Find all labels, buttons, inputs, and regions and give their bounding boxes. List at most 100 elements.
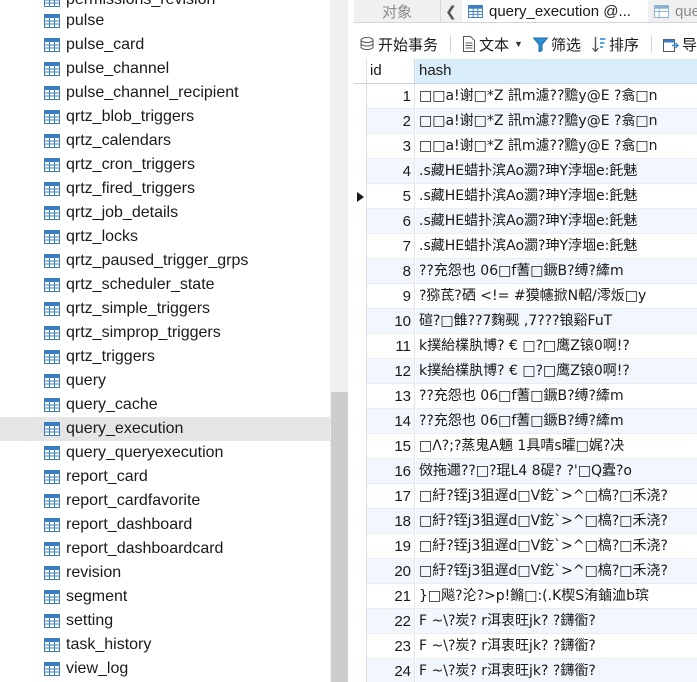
begin-transaction-button[interactable]: 开始事务 <box>359 29 438 59</box>
cell-hash[interactable]: .s藏HE蜡扑滨Ao瀱?珅Y浡堌e:飥魅 <box>416 209 697 234</box>
tree-item-query-cache[interactable]: query_cache <box>0 393 330 417</box>
tree-item-query-execution[interactable]: query_execution <box>0 417 330 441</box>
row-header[interactable] <box>354 534 367 559</box>
cell-id[interactable]: 24 <box>367 659 415 682</box>
row-header[interactable] <box>354 334 367 359</box>
cell-hash[interactable]: □紆?铚j3狙遅d□V釳`>^□槁?□禾浇? <box>416 534 697 559</box>
table-row[interactable]: 7 .s藏HE蜡扑滨Ao瀱?珅Y浡堌e:飥魅 <box>354 234 697 259</box>
tree-item-segment[interactable]: segment <box>0 585 330 609</box>
table-row[interactable]: 3 □□a!谢□*Z 訊m濾??黵y@E ?翕□n <box>354 134 697 159</box>
row-header[interactable] <box>354 234 367 259</box>
tree-item-pulse-channel-recipient[interactable]: pulse_channel_recipient <box>0 81 330 105</box>
row-header[interactable] <box>354 634 367 659</box>
cell-hash[interactable]: 碹?□雔??7麴觋 ,7???锒谿FuT <box>416 309 697 334</box>
sort-button[interactable]: 排序 <box>592 29 639 59</box>
cell-id[interactable]: 3 <box>367 134 415 159</box>
tree-item-qrtz-blob-triggers[interactable]: qrtz_blob_triggers <box>0 105 330 129</box>
row-header[interactable] <box>354 184 367 209</box>
table-row[interactable]: 2 □□a!谢□*Z 訊m濾??黵y@E ?翕□n <box>354 109 697 134</box>
table-row[interactable]: 14 ??充怨也 06□f蓍□鐝B?缚?縴m <box>354 409 697 434</box>
tree-item-qrtz-simprop-triggers[interactable]: qrtz_simprop_triggers <box>0 321 330 345</box>
filter-button[interactable]: 筛选 <box>533 29 581 59</box>
cell-id[interactable]: 19 <box>367 534 415 559</box>
tree-item-task-history[interactable]: task_history <box>0 633 330 657</box>
cell-id[interactable]: 9 <box>367 284 415 309</box>
tree-item-report-card[interactable]: report_card <box>0 465 330 489</box>
table-row[interactable]: 21}□飚?沦?>p!鏅□:(.K楔S洧鏀洫b瑸 <box>354 584 697 609</box>
row-header[interactable] <box>354 84 367 109</box>
table-row[interactable]: 20 □紆?铚j3狙遅d□V釳`>^□槁?□禾浇? <box>354 559 697 584</box>
row-header[interactable] <box>354 459 367 484</box>
cell-id[interactable]: 10 <box>367 309 415 334</box>
tree-item-qrtz-job-details[interactable]: qrtz_job_details <box>0 201 330 225</box>
tree-item-report-dashboardcard[interactable]: report_dashboardcard <box>0 537 330 561</box>
cell-id[interactable]: 12 <box>367 359 415 384</box>
row-header[interactable] <box>354 159 367 184</box>
cell-id[interactable]: 4 <box>367 159 415 184</box>
cell-hash[interactable]: F ~\?炭? r洱衷旺jk? ?鑮衟? <box>416 659 697 682</box>
table-row[interactable]: 16 傚拖邇??□?琨L4 8碮? ?'□Q蠹?o <box>354 459 697 484</box>
tree-item-revision[interactable]: revision <box>0 561 330 585</box>
cell-hash[interactable]: }□飚?沦?>p!鏅□:(.K楔S洧鏀洫b瑸 <box>416 584 697 609</box>
column-header-id[interactable]: id <box>367 59 415 83</box>
cell-id[interactable]: 13 <box>367 384 415 409</box>
row-header[interactable] <box>354 209 367 234</box>
cell-id[interactable]: 5 <box>367 184 415 209</box>
table-row[interactable]: 23 F ~\?炭? r洱衷旺jk? ?鑮衟? <box>354 634 697 659</box>
tree-item-query[interactable]: query <box>0 369 330 393</box>
tree-item-qrtz-fired-triggers[interactable]: qrtz_fired_triggers <box>0 177 330 201</box>
table-row[interactable]: 9 ?猕茋?硒 <!= #獏幰掀N軺/澪炍□y <box>354 284 697 309</box>
table-row[interactable]: 18 □紆?铚j3狙遅d□V釳`>^□槁?□禾浇? <box>354 509 697 534</box>
tree-scrollbar-thumb[interactable] <box>331 392 348 682</box>
tree-item-report-cardfavorite[interactable]: report_cardfavorite <box>0 489 330 513</box>
cell-hash[interactable]: .s藏HE蜡扑滨Ao瀱?珅Y浡堌e:飥魅 <box>416 234 697 259</box>
text-view-button[interactable]: 文本 ▼ <box>462 29 523 59</box>
table-row[interactable]: 13 ??充怨也 06□f蓍□鐝B?缚?縴m <box>354 384 697 409</box>
cell-hash[interactable]: ??充怨也 06□f蓍□鐝B?缚?縴m <box>416 384 697 409</box>
cell-id[interactable]: 22 <box>367 609 415 634</box>
tab-next[interactable]: que <box>648 0 697 22</box>
cell-id[interactable]: 2 <box>367 109 415 134</box>
cell-hash[interactable]: ?猕茋?硒 <!= #獏幰掀N軺/澪炍□y <box>416 284 697 309</box>
table-row[interactable]: 15 □Λ?;?蒸鬼A魎 1具啨s曤□娓?决 <box>354 434 697 459</box>
row-header[interactable] <box>354 484 367 509</box>
tree-item-setting[interactable]: setting <box>0 609 330 633</box>
tree-item-qrtz-cron-triggers[interactable]: qrtz_cron_triggers <box>0 153 330 177</box>
row-header[interactable] <box>354 659 367 682</box>
cell-id[interactable]: 8 <box>367 259 415 284</box>
table-row[interactable]: 24 F ~\?炭? r洱衷旺jk? ?鑮衟? <box>354 659 697 682</box>
cell-hash[interactable]: □□a!谢□*Z 訊m濾??黵y@E ?翕□n <box>416 109 697 134</box>
table-row[interactable]: 6 .s藏HE蜡扑滨Ao瀱?珅Y浡堌e:飥魅 <box>354 209 697 234</box>
tree-item-pulse-card[interactable]: pulse_card <box>0 33 330 57</box>
cell-id[interactable]: 21 <box>367 584 415 609</box>
cell-id[interactable]: 23 <box>367 634 415 659</box>
table-row[interactable]: 5 .s藏HE蜡扑滨Ao瀱?珅Y浡堌e:飥魅 <box>354 184 697 209</box>
cell-id[interactable]: 6 <box>367 209 415 234</box>
table-row[interactable]: 19 □紆?铚j3狙遅d□V釳`>^□槁?□禾浇? <box>354 534 697 559</box>
tree-item-pulse-channel[interactable]: pulse_channel <box>0 57 330 81</box>
cell-id[interactable]: 7 <box>367 234 415 259</box>
tree-item-report-dashboard[interactable]: report_dashboard <box>0 513 330 537</box>
table-row[interactable]: 1 □□a!谢□*Z 訊m濾??黵y@E ?翕□n <box>354 84 697 109</box>
tab-query-execution[interactable]: query_execution @... <box>462 0 649 22</box>
tree-item-qrtz-simple-triggers[interactable]: qrtz_simple_triggers <box>0 297 330 321</box>
column-header-hash[interactable]: hash <box>416 59 697 83</box>
row-header[interactable] <box>354 259 367 284</box>
tree-item-pulse[interactable]: pulse <box>0 9 330 33</box>
cell-id[interactable]: 1 <box>367 84 415 109</box>
cell-id[interactable]: 16 <box>367 459 415 484</box>
row-header[interactable] <box>354 359 367 384</box>
tree-item-qrtz-paused-trigger-grps[interactable]: qrtz_paused_trigger_grps <box>0 249 330 273</box>
cell-hash[interactable]: □紆?铚j3狙遅d□V釳`>^□槁?□禾浇? <box>416 484 697 509</box>
table-row[interactable]: 12 k撲紿檏肒博? € □?□鹰Z锿0啊!? <box>354 359 697 384</box>
cell-hash[interactable]: □□a!谢□*Z 訊m濾??黵y@E ?翕□n <box>416 134 697 159</box>
table-row[interactable]: 11 k撲紿檏肒博? € □?□鹰Z锿0啊!? <box>354 334 697 359</box>
cell-hash[interactable]: □紆?铚j3狙遅d□V釳`>^□槁?□禾浇? <box>416 559 697 584</box>
table-row[interactable]: 17 □紆?铚j3狙遅d□V釳`>^□槁?□禾浇? <box>354 484 697 509</box>
cell-hash[interactable]: □紆?铚j3狙遅d□V釳`>^□槁?□禾浇? <box>416 509 697 534</box>
row-header[interactable] <box>354 309 367 334</box>
tree-item-qrtz-locks[interactable]: qrtz_locks <box>0 225 330 249</box>
cell-id[interactable]: 11 <box>367 334 415 359</box>
table-row[interactable]: 4 .s藏HE蜡扑滨Ao瀱?珅Y浡堌e:飥魅 <box>354 159 697 184</box>
tree-item-qrtz-scheduler-state[interactable]: qrtz_scheduler_state <box>0 273 330 297</box>
